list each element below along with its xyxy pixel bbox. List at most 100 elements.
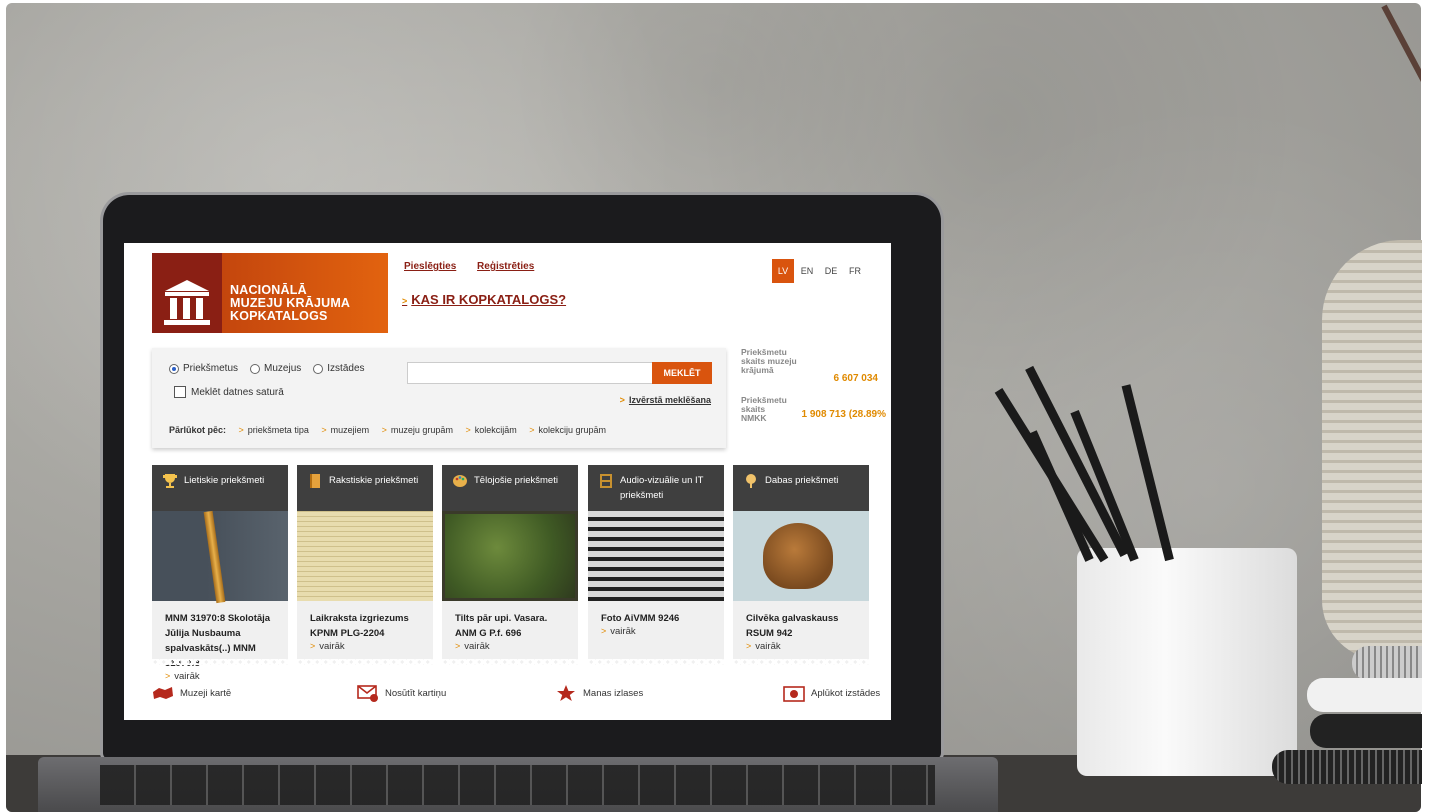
account-links: Pieslēgties Reģistrēties [404, 261, 552, 272]
tree-icon [746, 474, 756, 488]
browse-collections-link[interactable]: kolekcijām [475, 425, 517, 435]
museum-columns-icon [164, 280, 210, 325]
category-card[interactable]: Tēlojošie priekšmeti Tilts pār upi. Vasa… [442, 465, 578, 665]
category-card[interactable]: Audio-vizuālie un IT priekšmeti Foto AiV… [588, 465, 724, 665]
map-icon [153, 687, 173, 699]
footer-postcard-link[interactable]: Nosūtīt kartiņu [385, 688, 446, 699]
browse-museums-link[interactable]: muzejiem [331, 425, 370, 435]
arrow-icon: > [310, 641, 316, 651]
language-switcher: LV EN DE FR [772, 259, 868, 283]
website-screen: NACIONĀLĀ MUZEJU KRĀJUMA KOPKATALOGS Pie… [124, 243, 891, 720]
more-label[interactable]: vairāk [464, 641, 489, 652]
search-panel: Priekšmetus Muzejus Izstādes Meklēt datn… [152, 348, 726, 448]
register-link[interactable]: Reģistrēties [477, 261, 534, 272]
stat-label: Priekšmetu skaits NMKK [741, 395, 787, 423]
star-icon [557, 685, 575, 701]
statistics: Priekšmetu skaits muzeju krājumā 6 607 0… [741, 348, 886, 444]
palette-icon [453, 475, 467, 487]
logo-text: NACIONĀLĀ MUZEJU KRĀJUMA KOPKATALOGS [230, 284, 350, 323]
category-card[interactable]: Dabas priekšmeti Cilvēka galvaskauss RSU… [733, 465, 869, 665]
search-type-radios: Priekšmetus Muzejus Izstādes [169, 363, 365, 374]
lang-en[interactable]: EN [796, 259, 818, 283]
more-label[interactable]: vairāk [755, 641, 780, 652]
zigzag-edge [152, 659, 288, 665]
more-label[interactable]: vairāk [319, 641, 344, 652]
browse-museum-groups-link[interactable]: muzeju grupām [391, 425, 453, 435]
site-logo[interactable]: NACIONĀLĀ MUZEJU KRĀJUMA KOPKATALOGS [152, 253, 388, 333]
category-image[interactable] [152, 510, 288, 604]
category-image[interactable] [588, 511, 724, 601]
category-link[interactable]: Tēlojošie priekšmeti [474, 475, 558, 486]
search-input[interactable] [407, 362, 653, 384]
arrow-icon: > [619, 395, 625, 405]
search-file-content-checkbox[interactable]: Meklēt datnes saturā [174, 386, 284, 398]
category-caption: Laikraksta izgriezums KPNM PLG-2204 [310, 613, 409, 639]
lang-fr[interactable]: FR [844, 259, 866, 283]
footer-selections-link[interactable]: Manas izlases [583, 688, 643, 699]
vase [1322, 240, 1422, 660]
more-link[interactable]: > vairāk [588, 626, 724, 637]
footer-selections[interactable]: Manas izlases [555, 684, 643, 702]
footer-exhibitions[interactable]: Aplūkot izstādes [783, 684, 880, 702]
lang-lv[interactable]: LV [772, 259, 794, 283]
category-caption: Cilvēka galvaskauss RSUM 942 [746, 613, 839, 639]
about-link[interactable]: > KAS IR KOPKATALOGS? [402, 292, 566, 307]
browse-type-link[interactable]: priekšmeta tipa [248, 425, 309, 435]
trophy-icon [163, 474, 177, 488]
lang-de[interactable]: DE [820, 259, 842, 283]
radio-label: Izstādes [327, 363, 365, 374]
more-label[interactable]: vairāk [610, 626, 635, 637]
arrow-icon: > [529, 425, 535, 435]
login-link[interactable]: Pieslēgties [404, 261, 456, 272]
radio-button[interactable] [169, 363, 179, 374]
film-icon [600, 474, 612, 488]
category-header: Rakstiskie priekšmeti [297, 465, 433, 511]
arrow-icon: > [746, 641, 752, 651]
checkbox[interactable] [174, 386, 186, 398]
radio-button[interactable] [313, 363, 324, 374]
category-image[interactable] [442, 511, 578, 601]
category-link[interactable]: Audio-vizuālie un IT priekšmeti [620, 475, 703, 501]
stat-nmkk: Priekšmetu skaits NMKK 1 908 713 (28.89% [741, 396, 886, 444]
category-card[interactable]: Lietiskie priekšmeti MNM 31970:8 Skolotā… [152, 465, 288, 682]
radio-exhibitions[interactable]: Izstādes [313, 363, 365, 374]
category-link[interactable]: Dabas priekšmeti [765, 475, 838, 486]
more-link[interactable]: > vairāk [442, 641, 578, 652]
footer-map[interactable]: Muzeji kartē [152, 684, 231, 702]
advanced-search-link[interactable]: > Izvērstā meklēšana [620, 395, 711, 405]
notebook [1307, 678, 1422, 712]
notebook [1310, 714, 1422, 748]
radio-button[interactable] [250, 363, 261, 374]
zigzag-edge [297, 659, 433, 665]
more-link[interactable]: > vairāk [733, 641, 869, 652]
category-image[interactable] [733, 511, 869, 601]
arrow-icon: > [465, 425, 471, 435]
radio-museums[interactable]: Muzejus [250, 363, 301, 374]
radio-objects[interactable]: Priekšmetus [169, 363, 238, 374]
more-label[interactable]: vairāk [174, 671, 199, 682]
advanced-search-label: Izvērstā meklēšana [628, 395, 711, 405]
skull-shape [763, 523, 833, 589]
category-card[interactable]: Rakstiskie priekšmeti Laikraksta izgriez… [297, 465, 433, 665]
footer-map-link[interactable]: Muzeji kartē [180, 688, 231, 699]
category-image[interactable] [297, 511, 433, 601]
category-header: Dabas priekšmeti [733, 465, 869, 511]
more-link[interactable]: > vairāk [297, 641, 433, 652]
search-button[interactable]: MEKLĒT [652, 362, 712, 384]
about-link-label: KAS IR KOPKATALOGS? [411, 292, 567, 307]
footer-exhibitions-link[interactable]: Aplūkot izstādes [811, 688, 880, 699]
browse-collection-groups-link[interactable]: kolekciju grupām [539, 425, 607, 435]
arrow-icon: > [381, 425, 387, 435]
category-link[interactable]: Rakstiskie priekšmeti [329, 475, 418, 486]
category-link[interactable]: Lietiskie priekšmeti [184, 475, 264, 486]
radio-label: Muzejus [264, 363, 302, 374]
footer-postcard[interactable]: Nosūtīt kartiņu [357, 684, 446, 702]
category-caption: Tilts pār upi. Vasara. ANM G P.f. 696 [455, 613, 548, 639]
stat-total: Priekšmetu skaits muzeju krājumā 6 607 0… [741, 348, 886, 396]
logo-line-3: KOPKATALOGS [230, 309, 328, 323]
notebooks-stack [1270, 640, 1422, 812]
arrow-icon: > [601, 626, 607, 636]
exhibition-icon [783, 686, 805, 702]
more-link[interactable]: > vairāk [152, 671, 288, 682]
book-icon [310, 474, 320, 488]
